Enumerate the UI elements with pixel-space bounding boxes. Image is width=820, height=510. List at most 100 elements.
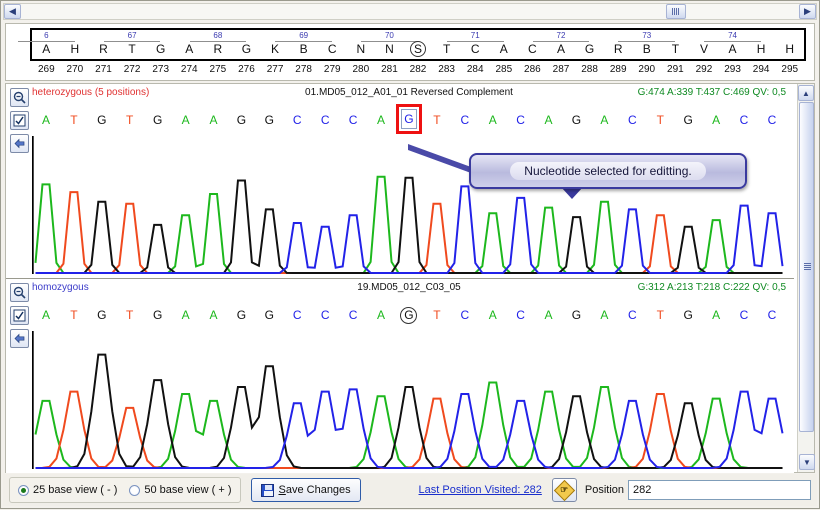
base-letter[interactable]: G — [674, 305, 702, 325]
ruler-base[interactable]: V — [690, 41, 719, 58]
base-letter[interactable]: T — [60, 305, 88, 325]
base-letter[interactable]: A — [702, 110, 730, 130]
ruler-cell[interactable]: C — [318, 30, 347, 59]
base-letter[interactable]: A — [200, 110, 228, 130]
horizontal-scroll-track[interactable] — [21, 4, 799, 19]
ruler-cell[interactable]: 68 R — [189, 30, 247, 59]
base-letter[interactable]: G — [88, 305, 116, 325]
base-letter[interactable]: A — [367, 110, 395, 130]
ruler-cell[interactable]: V — [690, 30, 719, 59]
ruler-cell[interactable]: T — [432, 30, 461, 59]
base-letter[interactable]: T — [116, 110, 144, 130]
base-letter[interactable]: C — [618, 305, 646, 325]
ruler-cell[interactable]: R — [89, 30, 118, 59]
ruler-cell[interactable]: 72 A — [532, 30, 590, 59]
ruler-base[interactable]: R — [89, 41, 118, 58]
base-letter[interactable]: A — [479, 110, 507, 130]
zoom-out-icon[interactable] — [10, 283, 29, 302]
ruler-base[interactable]: C — [461, 41, 490, 58]
selected-base-circle[interactable]: G — [395, 305, 423, 325]
checkmark-icon[interactable] — [10, 111, 29, 130]
vertical-scroll-thumb[interactable] — [799, 102, 814, 432]
base-letter[interactable]: T — [116, 305, 144, 325]
panel-1-base-row[interactable]: ATGTGAAGGCCCAGTCACAGACTGACC — [32, 104, 786, 134]
base-letter[interactable]: A — [172, 110, 200, 130]
base-letter[interactable]: G — [674, 110, 702, 130]
ruler-cell[interactable]: G — [232, 30, 261, 59]
ruler-base[interactable]: A — [175, 41, 204, 58]
ruler-base[interactable]: R — [604, 41, 633, 58]
base-letter[interactable]: A — [702, 305, 730, 325]
ruler-cell[interactable]: K — [261, 30, 290, 59]
ruler-cell[interactable]: R — [604, 30, 633, 59]
ruler-base[interactable]: C — [518, 41, 547, 58]
ruler-base[interactable]: H — [747, 41, 776, 58]
base-letter[interactable]: A — [32, 110, 60, 130]
base-letter[interactable]: C — [758, 110, 786, 130]
base-letter[interactable]: G — [227, 305, 255, 325]
ruler-cell[interactable]: 70 N — [361, 30, 418, 59]
base-letter[interactable]: T — [423, 305, 451, 325]
scroll-right-icon[interactable]: ▶ — [799, 4, 816, 19]
ruler-base[interactable]: G — [232, 41, 261, 58]
vertical-scrollbar[interactable]: ▲ ▼ — [797, 84, 815, 472]
base-letter[interactable]: C — [283, 305, 311, 325]
last-position-visited-link[interactable]: Last Position Visited: 282 — [419, 484, 542, 496]
radio-50-indicator[interactable] — [129, 484, 141, 496]
base-letter[interactable]: C — [758, 305, 786, 325]
ruler-base[interactable]: N — [347, 41, 376, 58]
ruler-cell[interactable]: 73 B — [618, 30, 676, 59]
base-letter[interactable]: A — [590, 305, 618, 325]
base-letter[interactable]: C — [451, 110, 479, 130]
ruler-base[interactable]: G — [146, 41, 175, 58]
base-letter[interactable]: C — [339, 110, 367, 130]
base-letter[interactable]: G — [144, 110, 172, 130]
checkmark-icon[interactable] — [10, 306, 29, 325]
horizontal-scrollbar[interactable]: ◀ ▶ — [3, 3, 817, 20]
ruler-base[interactable]: B — [289, 41, 318, 58]
ruler-cell[interactable]: 71 C — [446, 30, 504, 59]
position-input[interactable] — [628, 480, 811, 500]
vertical-scroll-track[interactable] — [798, 102, 815, 454]
ruler-cell[interactable]: C — [518, 30, 547, 59]
ruler-cell[interactable]: 6A — [18, 30, 75, 59]
base-letter[interactable]: A — [590, 110, 618, 130]
ruler-cell[interactable]: 67 T — [103, 30, 161, 59]
save-changes-button[interactable]: Save Changes — [250, 478, 361, 502]
ruler-base[interactable]: T — [432, 41, 461, 58]
ruler-cell[interactable]: H — [747, 30, 776, 59]
ruler-cell[interactable]: S — [404, 30, 433, 59]
ruler-cell[interactable]: A — [490, 30, 519, 59]
ruler-base[interactable]: K — [261, 41, 290, 58]
base-letter[interactable]: A — [535, 110, 563, 130]
ruler-cell[interactable]: A — [175, 30, 204, 59]
ruler-base[interactable]: H — [61, 41, 90, 58]
trace-panel-2[interactable]: homozygous 19.MD05_012_C03_05 G:312 A:21… — [6, 279, 794, 473]
ruler-cell[interactable]: H — [775, 30, 804, 59]
base-letter[interactable]: A — [32, 305, 60, 325]
selection-box[interactable]: G — [395, 104, 422, 134]
ruler-base[interactable]: A — [547, 41, 576, 58]
base-letter[interactable]: G — [255, 305, 283, 325]
goto-position-button[interactable]: ☞ — [551, 478, 577, 502]
ruler-base[interactable]: B — [632, 41, 661, 58]
base-letter[interactable]: C — [283, 110, 311, 130]
ruler-base[interactable]: H — [775, 41, 804, 58]
ruler-base[interactable]: A — [718, 41, 747, 58]
base-letter[interactable]: G — [227, 110, 255, 130]
base-letter[interactable]: T — [423, 110, 451, 130]
ruler-base[interactable]: A — [32, 41, 61, 58]
base-letter[interactable]: C — [618, 110, 646, 130]
base-letter[interactable]: A — [535, 305, 563, 325]
ruler-base-row[interactable]: 6 A H R 67 T G A 68 R G K 69 B C N 70 N S T 71 C A C 72 A G R 73 B T V 7… — [18, 30, 804, 59]
ruler-cell[interactable]: T — [661, 30, 690, 59]
base-letter[interactable]: G — [88, 110, 116, 130]
radio-25-base-view[interactable]: 25 base view ( - ) — [18, 484, 117, 496]
base-letter[interactable]: C — [730, 305, 758, 325]
ruler-base[interactable]: A — [490, 41, 519, 58]
ruler-cell[interactable]: G — [575, 30, 604, 59]
base-letter[interactable]: C — [730, 110, 758, 130]
ruler-base[interactable]: G — [575, 41, 604, 58]
base-letter[interactable]: A — [479, 305, 507, 325]
panel-2-base-row[interactable]: ATGTGAAGGCCCAGTCACAGACTGACC — [32, 305, 786, 325]
